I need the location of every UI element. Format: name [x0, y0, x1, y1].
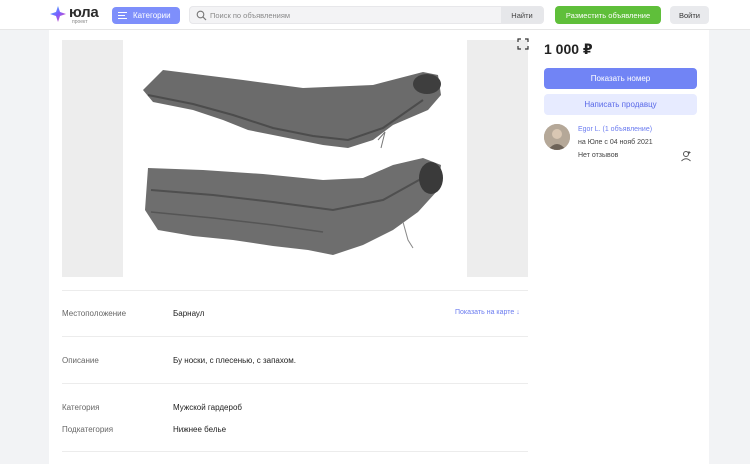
subscribe-user-icon[interactable]: [680, 150, 692, 162]
category-value: Мужской гардероб: [173, 403, 242, 412]
logo-star-icon: [50, 6, 66, 22]
divider: [62, 383, 528, 384]
location-value: Барнаул: [173, 309, 205, 318]
description-text: Бу носки, с плесенью, с запахом.: [173, 356, 296, 365]
categories-label: Категории: [133, 11, 171, 20]
subcategory-label: Подкатегория: [62, 425, 114, 434]
seller-reviews: Нет отзывов: [578, 152, 619, 159]
seller-avatar[interactable]: [544, 124, 570, 150]
search-input[interactable]: [210, 7, 490, 23]
post-ad-button[interactable]: Разместить объявление: [555, 6, 661, 24]
listing-price: 1 000 ₽: [544, 41, 593, 57]
socks-image: [143, 70, 443, 255]
top-header: юла проект Категории Найти Разместить об…: [0, 0, 750, 30]
divider: [62, 290, 528, 291]
search-bar: Найти: [189, 6, 544, 24]
avatar-image: [544, 124, 570, 150]
login-button[interactable]: Войти: [670, 6, 709, 24]
listing-photo[interactable]: [62, 40, 528, 277]
write-seller-button[interactable]: Написать продавцу: [544, 94, 697, 115]
search-icon: [196, 10, 207, 21]
divider: [62, 451, 528, 452]
photo-image: [123, 40, 467, 277]
show-on-map-link[interactable]: Показать на карте ↓: [455, 309, 520, 316]
divider: [62, 336, 528, 337]
categories-button[interactable]: Категории: [112, 7, 180, 24]
seller-name-link[interactable]: Egor L. (1 объявление): [578, 126, 652, 133]
subcategory-value: Нижнее белье: [173, 425, 227, 434]
fullscreen-icon[interactable]: [517, 38, 529, 50]
location-label: Местоположение: [62, 309, 127, 318]
logo-subtitle: проект: [72, 19, 88, 25]
find-button[interactable]: Найти: [501, 7, 543, 23]
category-label: Категория: [62, 403, 100, 412]
show-number-button[interactable]: Показать номер: [544, 68, 697, 89]
seller-since: на Юле с 04 нояб 2021: [578, 139, 653, 146]
description-label: Описание: [62, 356, 99, 365]
menu-icon: [118, 12, 127, 19]
